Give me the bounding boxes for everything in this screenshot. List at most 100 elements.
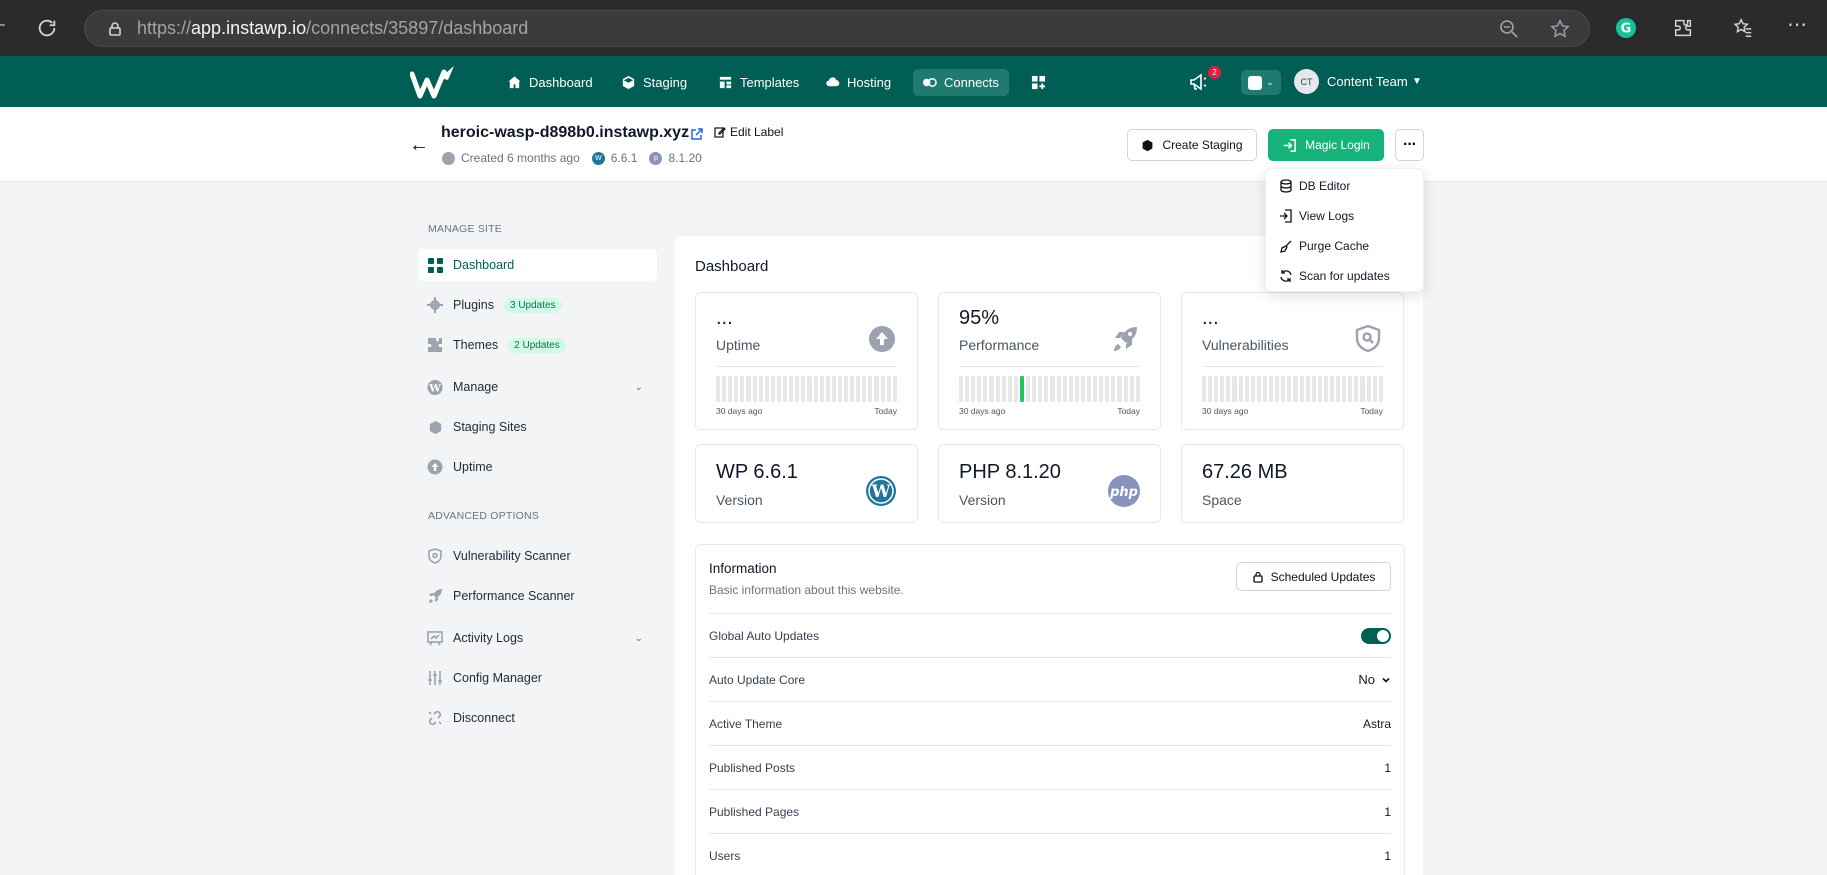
menu-item-view-logs[interactable]: View Logs — [1279, 207, 1354, 225]
cloud-icon — [826, 77, 840, 87]
sidebar-item-plugins[interactable]: Plugins 3 Updates — [418, 289, 657, 321]
row-label: Published Pages — [709, 804, 800, 819]
history-bar — [752, 376, 757, 402]
scheduled-updates-button[interactable]: Scheduled Updates — [1236, 562, 1391, 591]
history-bar — [1013, 376, 1018, 402]
sidebar-item-config-manager[interactable]: Config Manager — [418, 662, 657, 694]
stat-value: ... — [1202, 307, 1219, 329]
history-bar — [837, 376, 842, 402]
range-start: 30 days ago — [1202, 406, 1249, 416]
magic-login-button[interactable]: Magic Login — [1268, 129, 1384, 161]
history-bar — [1050, 376, 1055, 402]
history-bar — [989, 376, 994, 402]
global-auto-updates-toggle[interactable] — [1361, 627, 1391, 644]
instawp-logo[interactable] — [410, 64, 458, 100]
announcement-megaphone-icon[interactable] — [1188, 71, 1210, 93]
menu-more-icon[interactable]: ⋯ — [1787, 15, 1807, 35]
reload-icon[interactable] — [36, 17, 58, 39]
history-bar — [1026, 376, 1031, 402]
menu-item-db-editor[interactable]: DB Editor — [1279, 177, 1350, 195]
nav-hosting[interactable]: Hosting — [816, 69, 900, 96]
history-bar — [1317, 376, 1322, 402]
nav-dashboard[interactable]: Dashboard — [498, 69, 602, 96]
divider — [959, 366, 1140, 367]
user-menu-chevron-icon[interactable]: ▼ — [1412, 76, 1422, 87]
avatar[interactable]: CT — [1294, 69, 1319, 94]
section-subtitle: Basic information about this website. — [709, 583, 904, 597]
history-bar — [843, 376, 849, 402]
menu-item-purge-cache[interactable]: Purge Cache — [1279, 237, 1369, 255]
sidebar-item-vulnerability-scanner[interactable]: Vulnerability Scanner — [418, 540, 657, 572]
nav-apps-grid[interactable] — [1022, 69, 1055, 96]
history-bar — [856, 376, 861, 402]
nav-templates[interactable]: Templates — [709, 69, 808, 96]
range-start: 30 days ago — [716, 406, 763, 416]
zoom-out-icon[interactable] — [1499, 19, 1519, 39]
nav-staging[interactable]: Staging — [612, 69, 696, 96]
sidebar-item-label: Manage — [453, 380, 499, 394]
sidebar-item-themes[interactable]: Themes 2 Updates — [418, 329, 657, 361]
chevron-down-icon: ⌄ — [634, 381, 643, 393]
site-header: ← heroic-wasp-d898b0.instawp.xyz Edit La… — [0, 107, 1827, 182]
uptime-card[interactable]: ... Uptime 30 days ago Today — [695, 292, 918, 430]
sidebar-item-uptime[interactable]: Uptime — [418, 451, 657, 483]
favorite-star-icon[interactable] — [1549, 18, 1571, 40]
wp-version-card: WP 6.6.1 Version W — [695, 444, 918, 523]
sidebar-item-dashboard[interactable]: Dashboard — [418, 249, 657, 281]
sidebar-item-disconnect[interactable]: Disconnect — [418, 702, 657, 734]
history-bar — [874, 376, 879, 402]
history-bar — [776, 376, 782, 402]
history-bar — [1220, 376, 1225, 402]
org-switcher-button[interactable]: ⌄ — [1241, 70, 1281, 95]
back-icon[interactable]: – — [0, 17, 5, 33]
history-bar — [1323, 376, 1328, 402]
history-bar — [1111, 376, 1116, 402]
row-label: Users — [709, 848, 741, 863]
history-bar — [850, 376, 855, 402]
favorites-icon[interactable] — [1732, 17, 1754, 39]
external-link-icon[interactable] — [690, 127, 704, 141]
gear-icon — [427, 297, 443, 313]
extensions-icon[interactable] — [1672, 17, 1694, 39]
history-bar — [1019, 376, 1025, 402]
history-bar — [1056, 376, 1061, 402]
row-label: Auto Update Core — [709, 672, 806, 687]
history-bar — [1135, 376, 1140, 402]
sidebar-item-activity-logs[interactable]: Activity Logs ⌄ — [418, 622, 657, 654]
info-row-auto-update-core: Auto Update Core No — [709, 657, 1391, 701]
sidebar-item-performance-scanner[interactable]: Performance Scanner — [418, 580, 657, 612]
history-bar — [819, 376, 824, 402]
sidebar-item-manage[interactable]: W Manage ⌄ — [418, 371, 657, 403]
menu-item-scan-updates[interactable]: Scan for updates — [1279, 267, 1390, 285]
grammarly-icon[interactable]: G — [1615, 17, 1637, 39]
stat-label: Version — [716, 492, 763, 508]
edit-pencil-icon — [714, 127, 726, 138]
performance-history-bars — [959, 376, 1140, 402]
nav-connects[interactable]: Connects — [913, 69, 1009, 96]
performance-card[interactable]: 95% Performance 30 days ago Today — [938, 292, 1161, 430]
sidebar-item-label: Dashboard — [453, 258, 515, 272]
history-bar — [1129, 376, 1134, 402]
site-meta: Created 6 months ago W 6.6.1 p 8.1.20 — [442, 151, 702, 165]
address-bar[interactable]: https://app.instawp.io/connects/35897/da… — [84, 10, 1590, 47]
user-name[interactable]: Content Team — [1327, 74, 1408, 89]
history-bar — [1299, 376, 1304, 402]
history-bar — [1202, 376, 1207, 402]
sidebar-section-manage-site: MANAGE SITE — [428, 223, 502, 235]
edit-label-button[interactable]: Edit Label — [714, 125, 783, 139]
cube-icon — [1143, 139, 1153, 151]
vulnerabilities-card[interactable]: ... Vulnerabilities 30 days ago Today — [1181, 292, 1404, 430]
create-staging-button[interactable]: Create Staging — [1127, 129, 1257, 161]
more-options-button[interactable]: ··· — [1395, 129, 1424, 161]
history-bar — [1342, 376, 1347, 402]
sidebar-item-label: Performance Scanner — [453, 589, 575, 603]
info-row-users: Users 1 — [709, 833, 1391, 875]
history-bar — [1336, 376, 1341, 402]
history-bar — [1250, 376, 1255, 402]
wp-version-text: 6.6.1 — [610, 151, 638, 165]
sidebar-item-label: Uptime — [453, 460, 493, 474]
back-arrow-icon[interactable]: ← — [409, 134, 429, 157]
auto-update-core-select[interactable]: No — [1358, 672, 1391, 687]
history-bar — [1238, 376, 1243, 402]
sidebar-item-staging-sites[interactable]: Staging Sites — [418, 411, 657, 443]
